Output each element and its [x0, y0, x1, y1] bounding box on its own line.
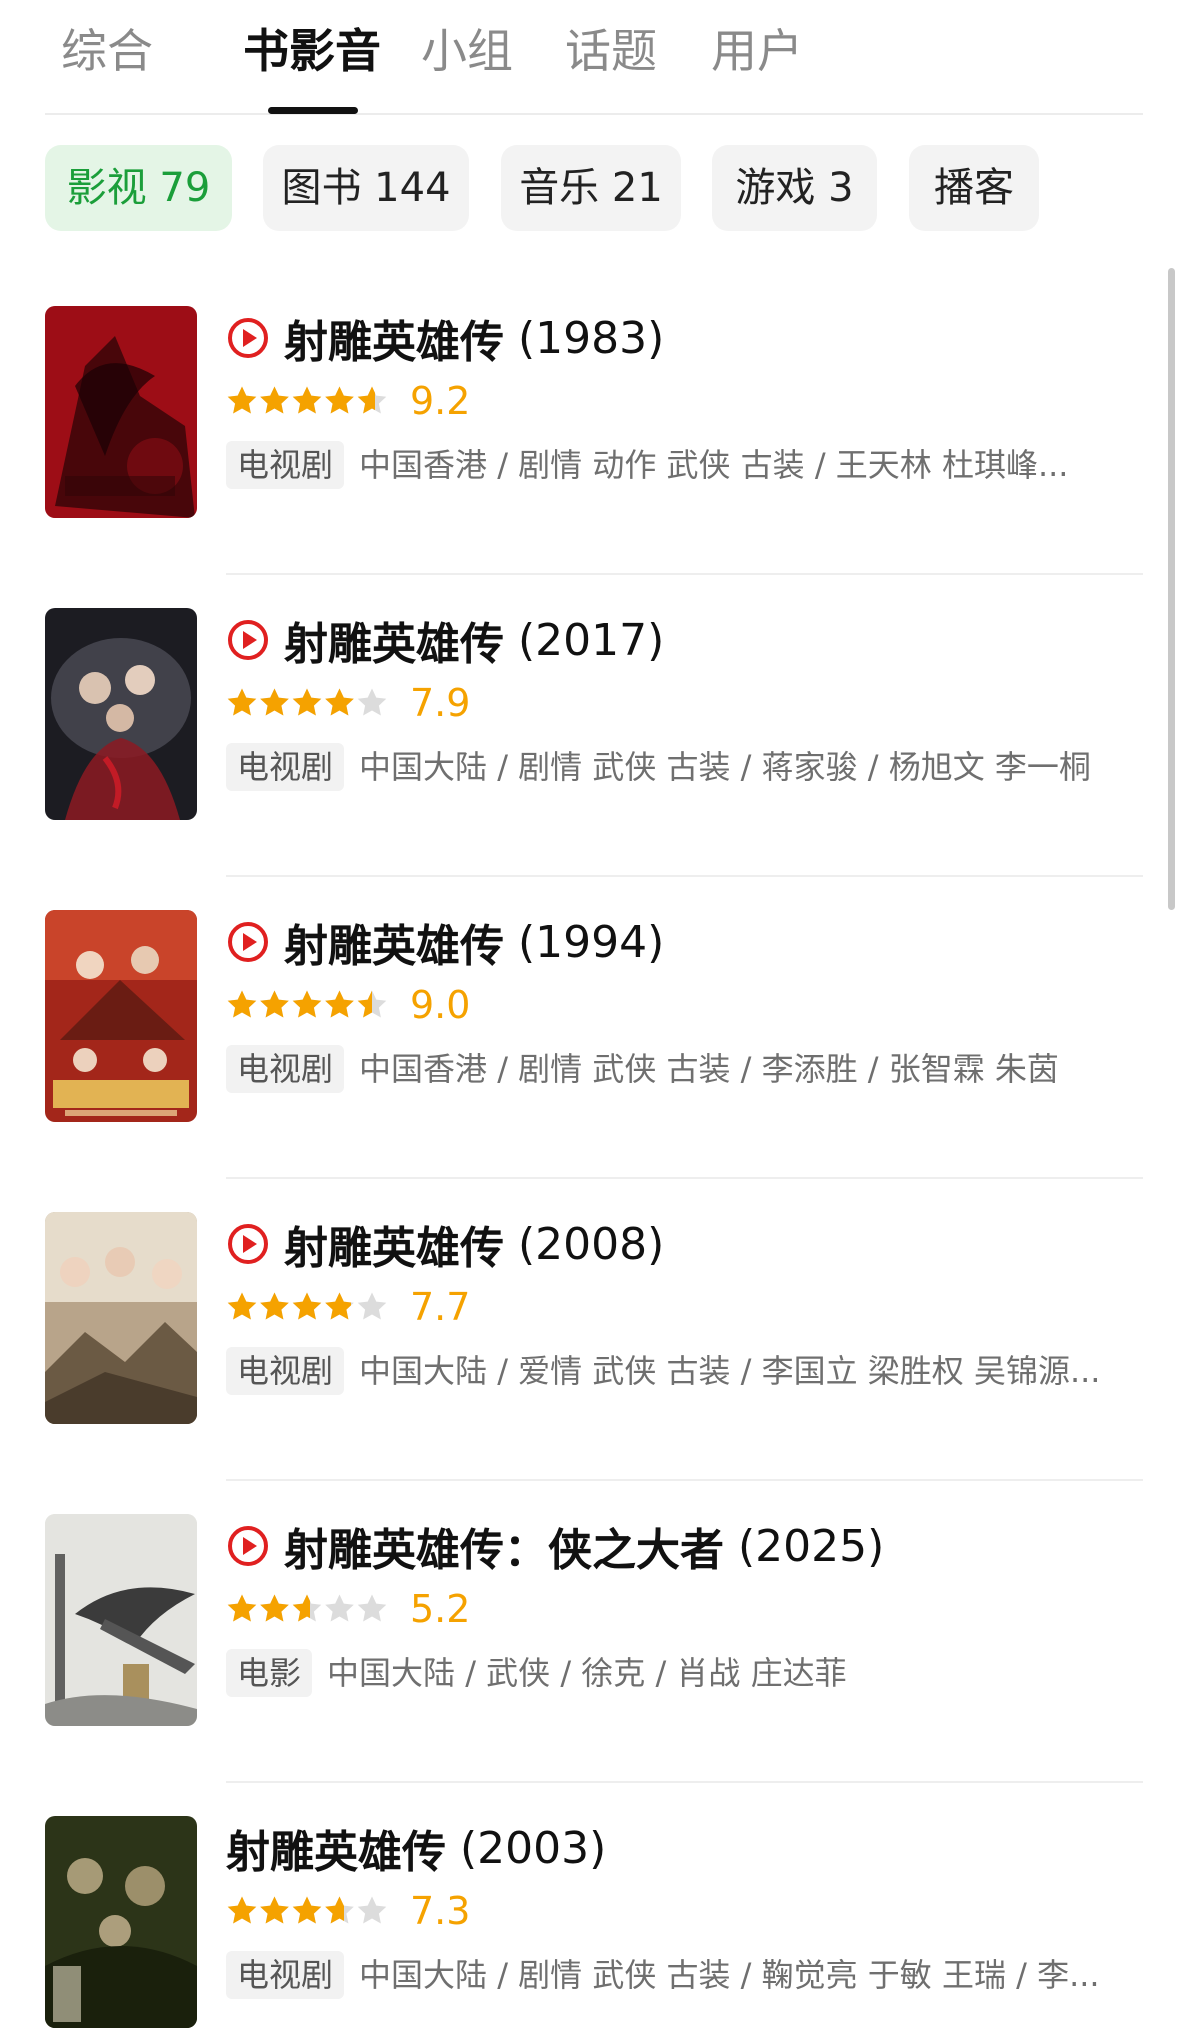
result-meta: 中国香港 / 剧情 武侠 古装 / 李添胜 / 张智霖 朱茵 — [359, 1050, 1059, 1088]
play-icon[interactable] — [226, 618, 270, 662]
play-icon[interactable] — [226, 1222, 270, 1266]
result-meta: 中国大陆 / 爱情 武侠 古装 / 李国立 梁胜权 吴锦源... — [359, 1352, 1101, 1390]
type-badge: 电影 — [226, 1649, 313, 1697]
star-rating — [226, 1593, 388, 1625]
star-rating-fill — [226, 385, 376, 417]
type-badge: 电视剧 — [226, 743, 345, 791]
result-item[interactable]: 射雕英雄传 (1994) 9.0 电视剧 中国香港 / 剧情 武侠 古装 / 李… — [0, 877, 1179, 1179]
chip-film-tv[interactable]: 影视 79 — [45, 145, 232, 231]
type-badge: 电视剧 — [226, 441, 345, 489]
result-item[interactable]: 射雕英雄传 (2003) 7.3 电视剧 中国大陆 / 剧情 武侠 古装 / 鞠… — [0, 1783, 1179, 2035]
tab-groups[interactable]: 小组 — [421, 18, 513, 84]
poster-image[interactable] — [45, 1212, 197, 1424]
active-tab-indicator — [268, 107, 358, 114]
search-results-page: 综合 书影音 小组 话题 用户 影视 79 图书 144 音乐 21 游戏 3 … — [0, 0, 1179, 2035]
star-rating — [226, 385, 388, 417]
result-title[interactable]: 射雕英雄传 — [284, 608, 504, 672]
chip-podcasts[interactable]: 播客 — [909, 145, 1039, 231]
result-meta: 中国香港 / 剧情 动作 武侠 古装 / 王天林 杜琪峰... — [359, 446, 1069, 484]
result-year: (1994) — [518, 916, 665, 968]
vertical-scrollbar[interactable] — [1168, 268, 1175, 910]
result-title[interactable]: 射雕英雄传 — [284, 910, 504, 974]
result-item[interactable]: 射雕英雄传 (2008) 7.7 电视剧 中国大陆 / 爱情 武侠 古装 / 李… — [0, 1179, 1179, 1481]
star-rating-fill — [226, 989, 372, 1021]
rating-score: 9.0 — [410, 983, 471, 1027]
poster-image[interactable] — [45, 608, 197, 820]
chip-games[interactable]: 游戏 3 — [712, 145, 877, 231]
play-icon[interactable] — [226, 920, 270, 964]
star-rating-fill — [226, 1593, 311, 1625]
star-rating — [226, 687, 388, 719]
result-title[interactable]: 射雕英雄传 — [284, 306, 504, 370]
poster-image[interactable] — [45, 1514, 197, 1726]
star-rating-fill — [226, 1895, 345, 1927]
rating-score: 7.9 — [410, 681, 471, 725]
tab-topics[interactable]: 话题 — [565, 18, 657, 84]
rating-score: 9.2 — [410, 379, 471, 423]
poster-image[interactable] — [45, 306, 197, 518]
play-icon[interactable] — [226, 1524, 270, 1568]
result-item[interactable]: 射雕英雄传 (2017) 7.9 电视剧 中国大陆 / 剧情 武侠 古装 / 蒋… — [0, 575, 1179, 877]
rating-score: 7.7 — [410, 1285, 471, 1329]
result-year: (1983) — [518, 312, 665, 364]
type-badge: 电视剧 — [226, 1951, 345, 1999]
result-year: (2025) — [738, 1520, 885, 1572]
result-year: (2008) — [518, 1218, 665, 1270]
result-meta: 中国大陆 / 武侠 / 徐克 / 肖战 庄达菲 — [327, 1654, 847, 1692]
result-meta: 中国大陆 / 剧情 武侠 古装 / 蒋家骏 / 杨旭文 李一桐 — [359, 748, 1091, 786]
result-item[interactable]: 射雕英雄传：侠之大者 (2025) 5.2 电影 中国大陆 / 武侠 / 徐克 … — [0, 1481, 1179, 1783]
tab-books-movies-music[interactable]: 书影音 — [243, 18, 381, 84]
star-rating-fill — [226, 687, 354, 719]
type-badge: 电视剧 — [226, 1347, 345, 1395]
result-title[interactable]: 射雕英雄传 — [226, 1816, 446, 1880]
result-title[interactable]: 射雕英雄传：侠之大者 — [284, 1514, 724, 1578]
result-year: (2003) — [460, 1822, 607, 1874]
star-rating — [226, 989, 388, 1021]
result-meta: 中国大陆 / 剧情 武侠 古装 / 鞠觉亮 于敏 王瑞 / 李... — [359, 1956, 1100, 1994]
chip-books[interactable]: 图书 144 — [263, 145, 469, 231]
poster-image[interactable] — [45, 1816, 197, 2028]
star-rating — [226, 1291, 388, 1323]
poster-image[interactable] — [45, 910, 197, 1122]
tab-general[interactable]: 综合 — [61, 18, 153, 84]
tab-users[interactable]: 用户 — [711, 18, 803, 84]
result-title[interactable]: 射雕英雄传 — [284, 1212, 504, 1276]
chip-music[interactable]: 音乐 21 — [501, 145, 681, 231]
category-tabs: 综合 书影音 小组 话题 用户 — [45, 0, 1143, 115]
rating-score: 7.3 — [410, 1889, 471, 1933]
type-badge: 电视剧 — [226, 1045, 345, 1093]
result-year: (2017) — [518, 614, 665, 666]
star-rating-fill — [226, 1291, 351, 1323]
play-icon[interactable] — [226, 316, 270, 360]
rating-score: 5.2 — [410, 1587, 471, 1631]
result-item[interactable]: 射雕英雄传 (1983) 9.2 电视剧 中国香港 / 剧情 动作 武侠 古装 … — [0, 273, 1179, 575]
star-rating — [226, 1895, 388, 1927]
